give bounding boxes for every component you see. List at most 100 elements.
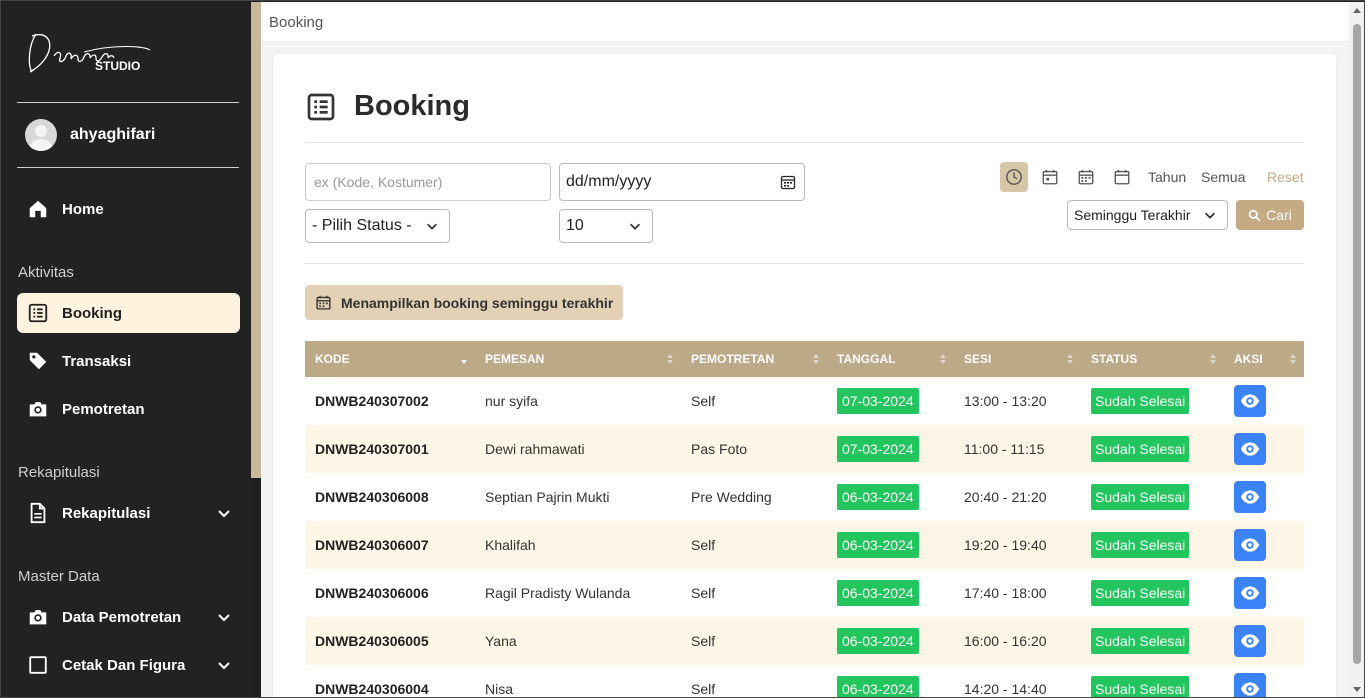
cell-status: Sudah Selesai — [1081, 377, 1224, 425]
pemesan-text: Yana — [485, 633, 517, 649]
cell-tanggal: 06-03-2024 — [827, 617, 954, 665]
user-profile[interactable]: ahyaghifari — [25, 119, 155, 151]
calendar-week-icon — [1078, 169, 1094, 185]
cell-pemotretan: Self — [681, 665, 827, 697]
cell-status: Sudah Selesai — [1081, 569, 1224, 617]
chevron-down-icon[interactable] — [216, 609, 232, 625]
sort-desc-icon[interactable] — [461, 354, 467, 364]
sidebar-item-label: Home — [62, 200, 104, 218]
scroll-down-arrow[interactable] — [1353, 687, 1361, 692]
tag-icon — [27, 350, 49, 372]
sort-icon[interactable] — [813, 354, 819, 364]
sidebar-item-rekapitulasi[interactable]: Rekapitulasi — [17, 493, 240, 533]
cell-pemesan: nur syifa — [475, 377, 681, 425]
cell-status: Sudah Selesai — [1081, 425, 1224, 473]
camera-icon — [27, 398, 49, 420]
sort-icon[interactable] — [1290, 354, 1296, 364]
cell-pemesan: Yana — [475, 617, 681, 665]
table-row: DNWB240306007 Khalifah Self 06-03-2024 19:20… — [305, 521, 1304, 569]
reset-button[interactable]: Reset — [1267, 162, 1304, 192]
kode-text: DNWB240306004 — [315, 681, 429, 697]
filter-week-button[interactable] — [1072, 162, 1100, 192]
sort-icon[interactable] — [1210, 354, 1216, 364]
column-header[interactable]: TANGGAL — [827, 341, 954, 377]
column-header[interactable]: SESI — [954, 341, 1081, 377]
sidebar-item-label: Data Pemotretan — [62, 608, 182, 626]
sidebar: STUDIO ahyaghifari Home Aktivitas Bookin… — [2, 2, 251, 697]
sort-icon[interactable] — [940, 354, 946, 364]
brand-logo[interactable]: STUDIO — [24, 26, 154, 78]
kode-text: DNWB240306005 — [315, 633, 429, 649]
date-placeholder: dd/mm/yyyy — [566, 173, 652, 190]
view-detail-button[interactable] — [1234, 385, 1266, 417]
cell-sesi: 17:40 - 18:00 — [954, 569, 1081, 617]
divider — [305, 142, 1304, 143]
sort-icon[interactable] — [667, 354, 673, 364]
search-input[interactable] — [314, 174, 542, 190]
cell-pemotretan: Self — [681, 377, 827, 425]
search-field[interactable] — [305, 163, 551, 201]
view-detail-button[interactable] — [1234, 625, 1266, 657]
view-detail-button[interactable] — [1234, 433, 1266, 465]
cell-sesi: 16:00 - 16:20 — [954, 617, 1081, 665]
column-header[interactable]: PEMESAN — [475, 341, 681, 377]
calendar-icon — [316, 295, 331, 310]
view-detail-button[interactable] — [1234, 577, 1266, 609]
sidebar-item-cetak-dan-figura[interactable]: Cetak Dan Figura — [17, 645, 240, 685]
cell-pemotretan: Pre Wedding — [681, 473, 827, 521]
sidebar-item-home[interactable]: Home — [17, 189, 240, 229]
sidebar-item-label: Transaksi — [62, 352, 132, 370]
sidebar-item-transaksi[interactable]: Transaksi — [17, 341, 240, 381]
eye-icon — [1240, 634, 1260, 648]
eye-icon — [1240, 490, 1260, 504]
pemesan-text: nur syifa — [485, 393, 538, 409]
status-badge: Sudah Selesai — [1091, 676, 1190, 697]
date-badge: 06-03-2024 — [837, 580, 919, 606]
filter-month-button[interactable] — [1108, 162, 1136, 192]
search-button[interactable]: Cari — [1236, 200, 1304, 230]
scrollbar-thumb[interactable] — [1353, 24, 1361, 664]
calendar-icon[interactable] — [780, 174, 796, 190]
scrollbar[interactable] — [1349, 2, 1364, 697]
status-select[interactable]: - Pilih Status - — [305, 209, 450, 243]
view-detail-button[interactable] — [1234, 673, 1266, 697]
sort-icon[interactable] — [1067, 354, 1073, 364]
cell-kode: DNWB240306004 — [305, 665, 475, 697]
scroll-up-arrow[interactable] — [1353, 8, 1361, 13]
table-row: DNWB240307002 nur syifa Self 07-03-2024 13:0… — [305, 377, 1304, 425]
sidebar-edge — [251, 2, 261, 478]
column-header[interactable]: PEMOTRETAN — [681, 341, 827, 377]
status-select-value: - Pilih Status - — [312, 217, 412, 234]
cell-pemesan: Dewi rahmawati — [475, 425, 681, 473]
cell-aksi — [1224, 377, 1304, 425]
sidebar-item-data-pemotretan[interactable]: Data Pemotretan — [17, 597, 240, 637]
column-header[interactable]: KODE — [305, 341, 475, 377]
cell-aksi — [1224, 617, 1304, 665]
brand-logo-mark: STUDIO — [28, 33, 151, 73]
cell-tanggal: 06-03-2024 — [827, 665, 954, 697]
filter-all-button[interactable]: Semua — [1201, 162, 1245, 192]
pemotretan-text: Self — [691, 393, 716, 409]
sesi-text: 13:00 - 13:20 — [964, 393, 1047, 409]
date-field[interactable]: dd/mm/yyyy — [559, 163, 805, 201]
brand-sub: STUDIO — [95, 59, 140, 73]
chevron-down-icon[interactable] — [216, 657, 232, 673]
column-header[interactable]: STATUS — [1081, 341, 1224, 377]
status-badge: Sudah Selesai — [1091, 532, 1190, 558]
table-row: DNWB240306006 Ragil Pradisty Wulanda Self 0… — [305, 569, 1304, 617]
cell-pemotretan: Self — [681, 617, 827, 665]
view-detail-button[interactable] — [1234, 529, 1266, 561]
per-page-select[interactable]: 10 — [559, 209, 653, 243]
column-header[interactable]: AKSI — [1224, 341, 1304, 377]
sidebar-item-booking[interactable]: Booking — [17, 293, 240, 333]
status-badge: Sudah Selesai — [1091, 484, 1190, 510]
filter-today-button[interactable] — [1000, 162, 1028, 192]
filter-day-button[interactable] — [1036, 162, 1064, 192]
sesi-text: 16:00 - 16:20 — [964, 633, 1047, 649]
filter-year-button[interactable]: Tahun — [1148, 162, 1186, 192]
period-select[interactable]: Seminggu Terakhir — [1067, 200, 1228, 230]
cell-tanggal: 07-03-2024 — [827, 425, 954, 473]
chevron-down-icon[interactable] — [216, 505, 232, 521]
view-detail-button[interactable] — [1234, 481, 1266, 513]
sidebar-item-pemotretan[interactable]: Pemotretan — [17, 389, 240, 429]
